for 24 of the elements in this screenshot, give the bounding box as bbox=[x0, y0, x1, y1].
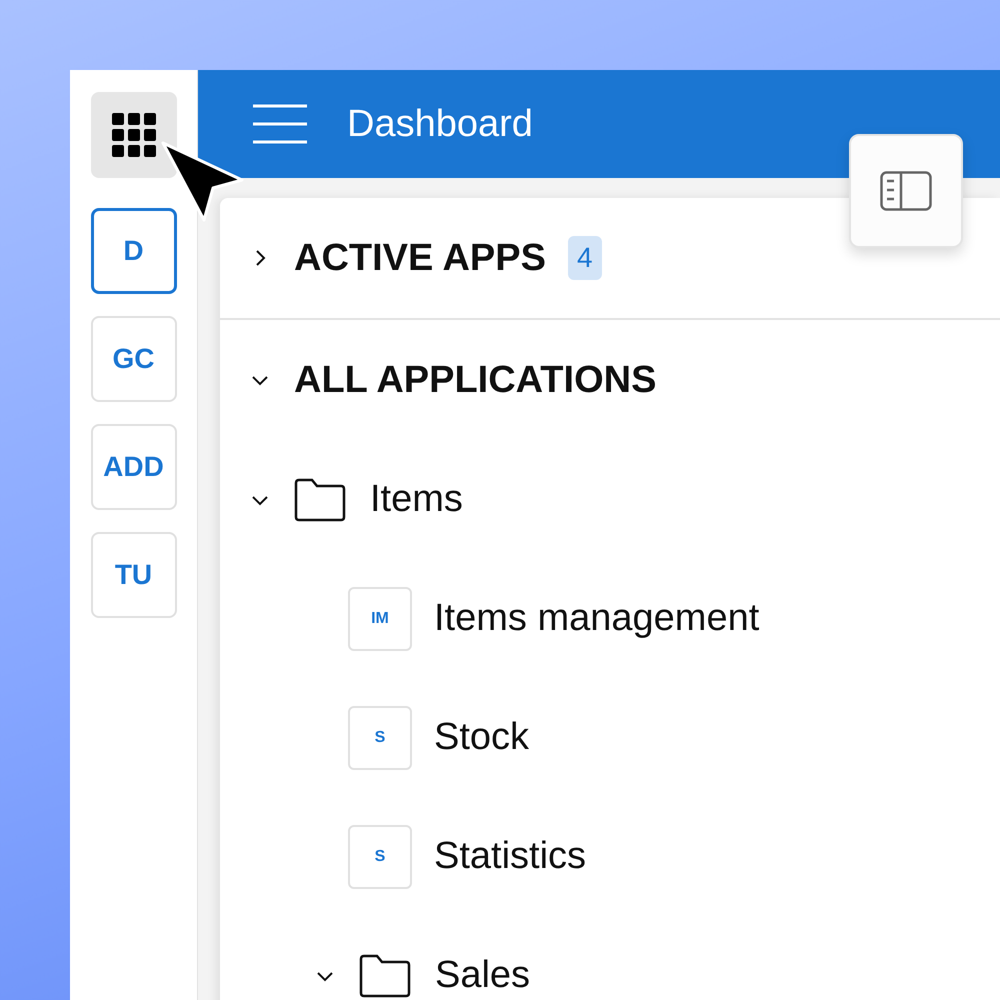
folder-icon bbox=[359, 954, 411, 998]
menu-icon bbox=[253, 104, 307, 144]
folder-icon bbox=[294, 478, 346, 522]
grid-icon bbox=[112, 113, 156, 157]
workspace-tile[interactable]: D bbox=[90, 208, 176, 294]
app-label[interactable]: Statistics bbox=[434, 835, 586, 878]
workspace-tile[interactable]: TU bbox=[90, 532, 176, 618]
app-initials[interactable]: S bbox=[348, 706, 412, 770]
app-initials[interactable]: S bbox=[348, 824, 412, 888]
count-badge: 4 bbox=[568, 236, 602, 280]
workspace-tile[interactable]: GC bbox=[90, 316, 176, 402]
section-title[interactable]: ACTIVE APPS bbox=[294, 236, 546, 280]
app-initials[interactable]: IM bbox=[348, 586, 412, 650]
menu-button[interactable] bbox=[253, 104, 307, 144]
folder-label[interactable]: Items bbox=[370, 478, 463, 521]
app-label[interactable]: Stock bbox=[434, 716, 530, 759]
app-label[interactable]: Items management bbox=[434, 597, 760, 640]
section-title[interactable]: ALL APPLICATIONS bbox=[294, 358, 656, 402]
apps-grid-button[interactable] bbox=[90, 92, 176, 178]
sidebar-toggle-button[interactable] bbox=[849, 134, 963, 248]
sidebar-icon bbox=[880, 171, 932, 211]
workspace-tile[interactable]: ADD bbox=[90, 424, 176, 510]
page-title: Dashboard bbox=[347, 102, 533, 146]
folder-label[interactable]: Sales bbox=[435, 954, 530, 997]
